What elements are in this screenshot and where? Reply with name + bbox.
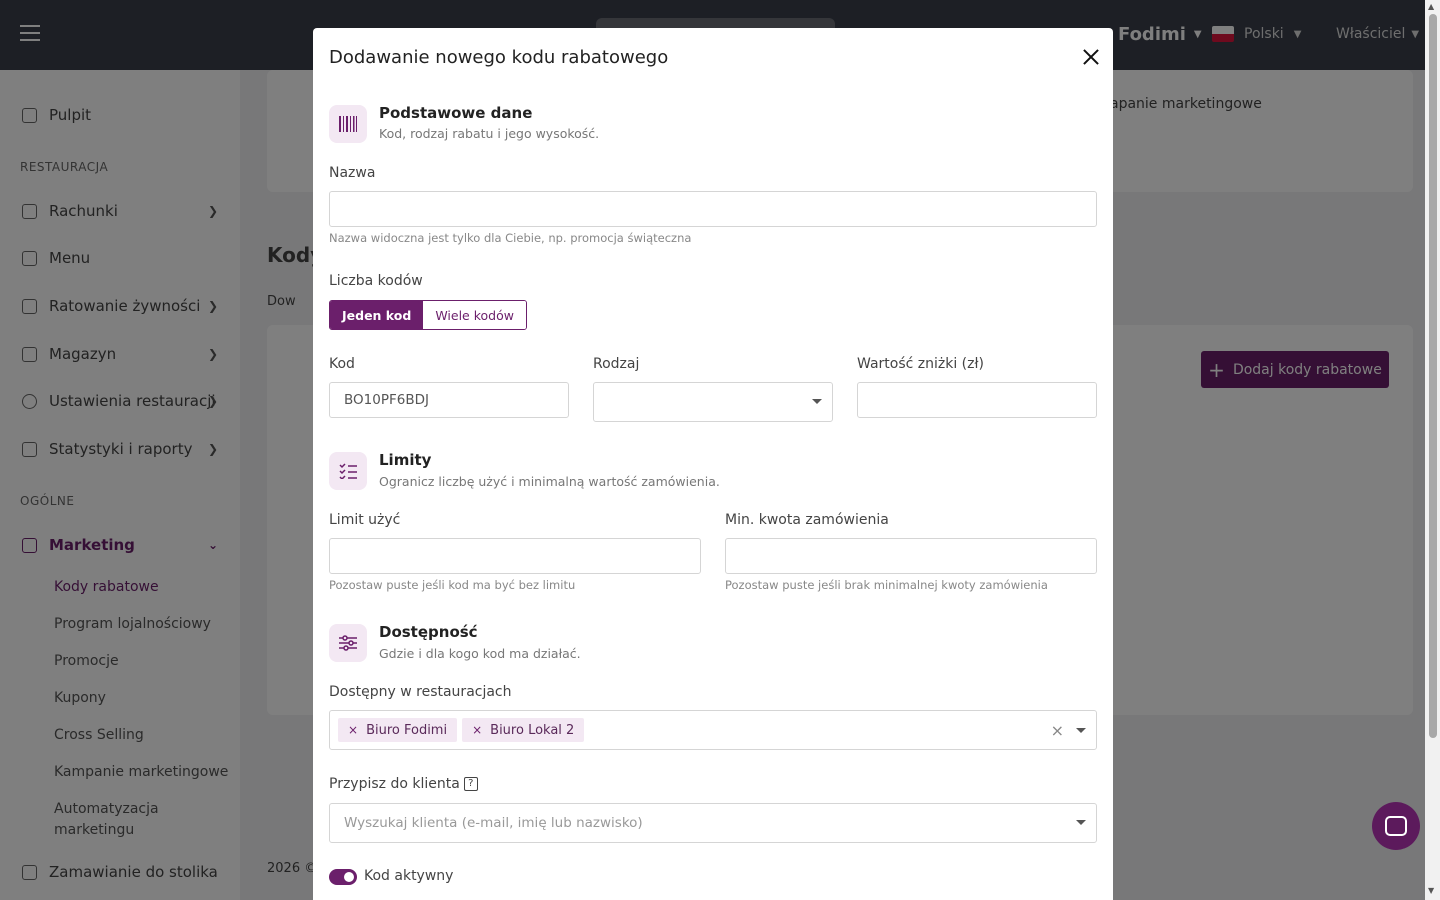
client-search-select[interactable]: Wyszukaj klienta (e-mail, imię lub nazwi… xyxy=(329,803,1097,843)
caret-down-icon[interactable] xyxy=(1076,728,1086,733)
discount-code-modal: Dodawanie nowego kodu rabatowego Podstaw… xyxy=(313,28,1113,900)
section-limits-subtitle: Ogranicz liczbę użyć i minimalną wartość… xyxy=(379,474,720,489)
restaurant-chip: × Biuro Lokal 2 xyxy=(462,718,585,742)
type-select[interactable] xyxy=(593,382,833,422)
section-availability-title: Dostępność xyxy=(379,623,478,641)
code-label: Kod xyxy=(329,356,355,372)
section-availability-subtitle: Gdzie i dla kogo kod ma działać. xyxy=(379,646,581,661)
name-hint: Nazwa widoczna jest tylko dla Ciebie, np… xyxy=(329,231,692,245)
scrollbar[interactable]: ▲ ▼ xyxy=(1425,0,1440,900)
single-code-option[interactable]: Jeden kod xyxy=(330,301,424,329)
caret-down-icon xyxy=(1076,820,1086,825)
barcode-icon xyxy=(329,105,367,143)
section-basic-subtitle: Kod, rodzaj rabatu i jego wysokość. xyxy=(379,126,600,141)
restaurant-chip: × Biuro Fodimi xyxy=(338,718,458,742)
close-icon[interactable] xyxy=(1080,46,1102,68)
usage-limit-label: Limit użyć xyxy=(329,512,401,528)
restaurant-chip-label: Biuro Fodimi xyxy=(366,722,448,738)
type-label: Rodzaj xyxy=(593,356,640,372)
active-label: Kod aktywny xyxy=(364,868,454,884)
name-label: Nazwa xyxy=(329,165,376,181)
usage-limit-hint: Pozostaw puste jeśli kod ma być bez limi… xyxy=(329,578,576,592)
min-order-label: Min. kwota zamówienia xyxy=(725,512,889,528)
code-count-toggle: Jeden kod Wiele kodów xyxy=(329,300,527,330)
discount-value-field[interactable] xyxy=(857,382,1097,418)
clear-all-icon[interactable]: × xyxy=(1051,721,1064,740)
checklist-icon xyxy=(329,452,367,490)
min-order-hint: Pozostaw puste jeśli brak minimalnej kwo… xyxy=(725,578,1048,592)
assign-client-label: Przypisz do klienta? xyxy=(329,776,478,792)
restaurants-label: Dostępny w restauracjach xyxy=(329,684,512,700)
remove-icon[interactable]: × xyxy=(348,723,358,737)
assign-client-text: Przypisz do klienta xyxy=(329,776,460,792)
scroll-up-icon[interactable]: ▲ xyxy=(1428,2,1434,11)
client-search-placeholder: Wyszukaj klienta (e-mail, imię lub nazwi… xyxy=(344,815,643,831)
caret-down-icon xyxy=(812,399,822,404)
code-field[interactable]: BO10PF6BDJ xyxy=(329,382,569,418)
help-icon[interactable]: ? xyxy=(463,776,478,791)
code-count-label: Liczba kodów xyxy=(329,273,423,289)
remove-icon[interactable]: × xyxy=(472,723,482,737)
section-basic-title: Podstawowe dane xyxy=(379,104,533,122)
chat-icon xyxy=(1385,816,1407,836)
sliders-icon xyxy=(329,624,367,662)
name-field[interactable] xyxy=(329,191,1097,227)
scroll-thumb[interactable] xyxy=(1429,14,1437,738)
section-limits-title: Limity xyxy=(379,451,432,469)
restaurants-multiselect[interactable]: × Biuro Fodimi × Biuro Lokal 2 × xyxy=(329,710,1097,750)
multiple-codes-option[interactable]: Wiele kodów xyxy=(423,301,526,329)
scroll-down-icon[interactable]: ▼ xyxy=(1428,886,1434,895)
restaurant-chip-label: Biuro Lokal 2 xyxy=(490,722,575,738)
chat-button[interactable] xyxy=(1372,802,1420,850)
discount-value-label: Wartość zniżki (zł) xyxy=(857,356,984,372)
active-toggle[interactable] xyxy=(329,869,357,885)
usage-limit-field[interactable] xyxy=(329,538,701,574)
modal-title: Dodawanie nowego kodu rabatowego xyxy=(329,47,669,68)
min-order-field[interactable] xyxy=(725,538,1097,574)
